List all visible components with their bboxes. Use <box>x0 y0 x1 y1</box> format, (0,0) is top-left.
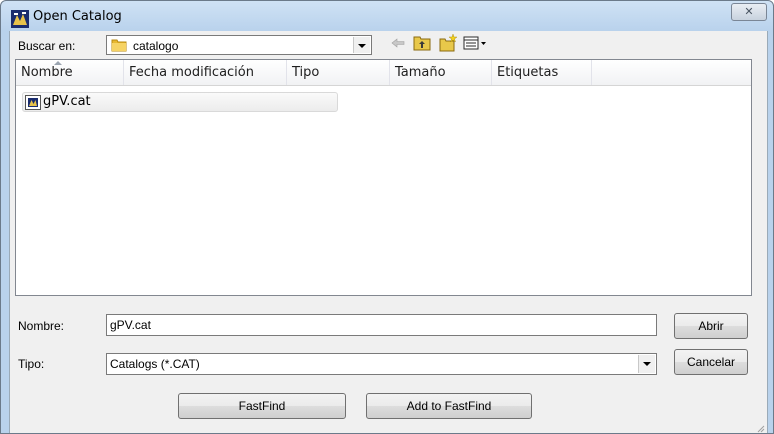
column-header-size[interactable]: Tamaño <box>390 60 492 85</box>
title-bar[interactable]: Open Catalog ✕ <box>1 1 773 31</box>
open-catalog-dialog: Open Catalog ✕ Buscar en: catalogo Nombr… <box>0 0 774 434</box>
filename-label: Nombre: <box>18 319 65 333</box>
close-icon: ✕ <box>744 5 754 18</box>
open-button-label: Abrir <box>698 319 724 333</box>
view-menu-icon[interactable] <box>462 33 488 53</box>
open-button[interactable]: Abrir <box>674 313 748 339</box>
app-icon <box>11 10 29 28</box>
column-header-label: Etiquetas <box>497 65 559 80</box>
cancel-button-label: Cancelar <box>686 355 736 369</box>
file-name: gPV.cat <box>43 94 91 109</box>
column-header-label: Tipo <box>292 65 320 80</box>
sort-ascending-icon <box>54 61 62 65</box>
fastfind-button[interactable]: FastFind <box>178 393 346 419</box>
close-button[interactable]: ✕ <box>731 3 767 21</box>
back-arrow-icon[interactable] <box>388 33 408 53</box>
lookin-value: catalogo <box>133 39 179 53</box>
filename-input[interactable]: gPV.cat <box>106 314 657 336</box>
list-item[interactable]: gPV.cat <box>22 92 338 112</box>
filetype-dropdown-button[interactable] <box>638 355 655 373</box>
column-header-type[interactable]: Tipo <box>287 60 390 85</box>
file-list[interactable]: Nombre Fecha modificación Tipo Tamaño Et… <box>15 59 752 296</box>
filetype-value: Catalogs (*.CAT) <box>110 357 200 371</box>
lookin-label: Buscar en: <box>18 39 76 53</box>
filename-value: gPV.cat <box>110 318 151 332</box>
filetype-label: Tipo: <box>18 357 45 371</box>
add-to-fastfind-button[interactable]: Add to FastFind <box>366 393 532 419</box>
fastfind-button-label: FastFind <box>238 399 286 413</box>
filetype-combobox[interactable]: Catalogs (*.CAT) <box>106 353 657 375</box>
column-header-label: Fecha modificación <box>129 65 254 80</box>
up-folder-icon[interactable] <box>412 33 432 53</box>
column-header-date[interactable]: Fecha modificación <box>124 60 287 85</box>
window-title: Open Catalog <box>33 9 122 24</box>
catalog-file-icon <box>25 95 41 110</box>
cancel-button[interactable]: Cancelar <box>674 349 748 375</box>
lookin-dropdown-button[interactable] <box>353 37 370 53</box>
folder-icon <box>111 39 127 52</box>
column-header-label: Nombre <box>21 65 73 80</box>
new-folder-icon[interactable] <box>438 33 458 53</box>
column-header-row: Nombre Fecha modificación Tipo Tamaño Et… <box>16 60 751 86</box>
dialog-body: Buscar en: catalogo Nombre Fecha modific… <box>9 31 768 433</box>
column-header-label: Tamaño <box>395 65 446 80</box>
column-header-name[interactable]: Nombre <box>16 60 124 85</box>
resize-grip-icon[interactable] <box>755 423 765 433</box>
add-to-fastfind-button-label: Add to FastFind <box>406 399 492 413</box>
column-header-tags[interactable]: Etiquetas <box>492 60 592 85</box>
lookin-combobox[interactable]: catalogo <box>106 35 372 55</box>
